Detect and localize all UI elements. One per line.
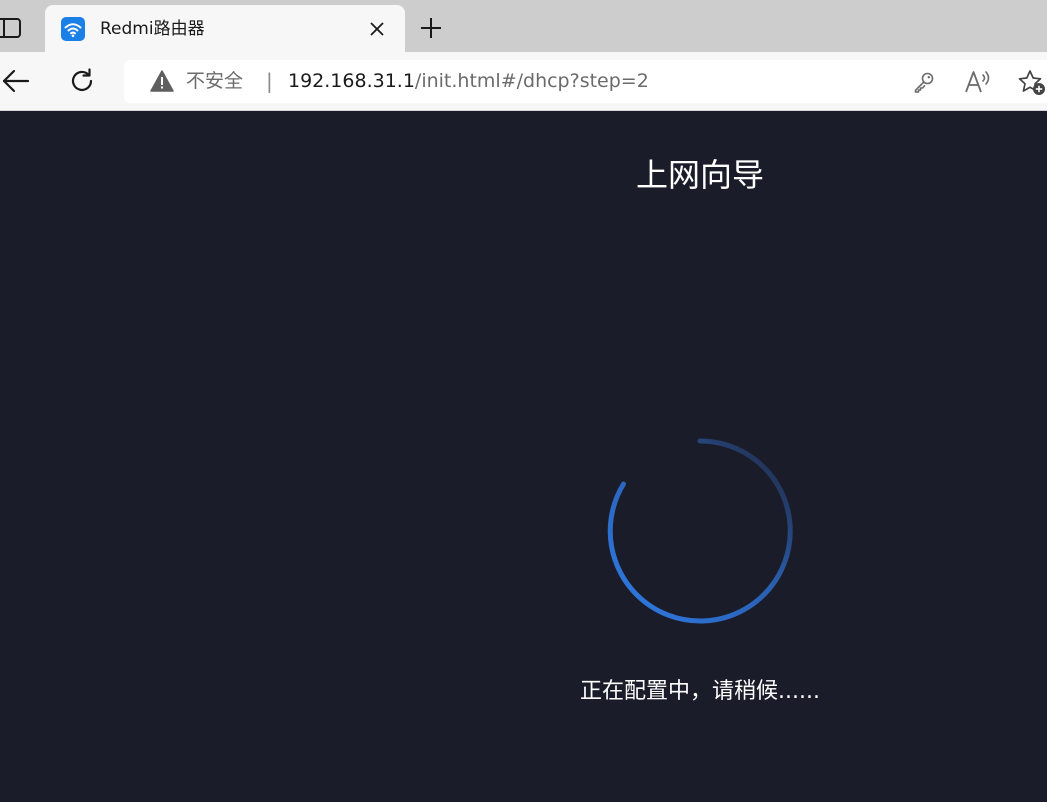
plus-icon[interactable] bbox=[418, 15, 444, 41]
page-title: 上网向导 bbox=[635, 156, 764, 194]
refresh-icon[interactable] bbox=[68, 67, 96, 95]
tab-actions-icon[interactable] bbox=[0, 16, 24, 40]
tab-redmi-router[interactable]: Redmi路由器 bbox=[45, 5, 405, 52]
url-text[interactable]: 192.168.31.1/init.html#/dhcp?step=2 bbox=[288, 69, 649, 93]
close-icon[interactable] bbox=[367, 19, 387, 39]
url-path: /init.html#/dhcp?step=2 bbox=[414, 70, 649, 92]
security-label[interactable]: 不安全 bbox=[186, 69, 243, 93]
add-favorite-icon[interactable] bbox=[1017, 69, 1047, 97]
tab-title: Redmi路由器 bbox=[100, 19, 205, 39]
tab-strip: Redmi路由器 bbox=[0, 0, 1047, 52]
address-bar[interactable]: 不安全 | 192.168.31.1/init.html#/dhcp?step=… bbox=[124, 60, 1047, 103]
wifi-icon bbox=[61, 17, 85, 41]
warning-icon[interactable] bbox=[150, 70, 174, 92]
address-separator: | bbox=[266, 69, 273, 93]
browser-toolbar: 不安全 | 192.168.31.1/init.html#/dhcp?step=… bbox=[0, 52, 1047, 111]
page-content: 上网向导 正在配置中，请稍候...... bbox=[0, 111, 1047, 802]
key-icon[interactable] bbox=[912, 70, 936, 94]
loading-spinner-icon bbox=[605, 436, 795, 626]
back-arrow-icon[interactable] bbox=[0, 67, 32, 95]
browser-window: Redmi路由器 不安全 | 192.168.31.1/init.html#/d… bbox=[0, 0, 1047, 802]
url-host: 192.168.31.1 bbox=[288, 70, 415, 92]
read-aloud-icon[interactable] bbox=[964, 69, 992, 95]
status-text: 正在配置中，请稍候...... bbox=[580, 679, 820, 704]
